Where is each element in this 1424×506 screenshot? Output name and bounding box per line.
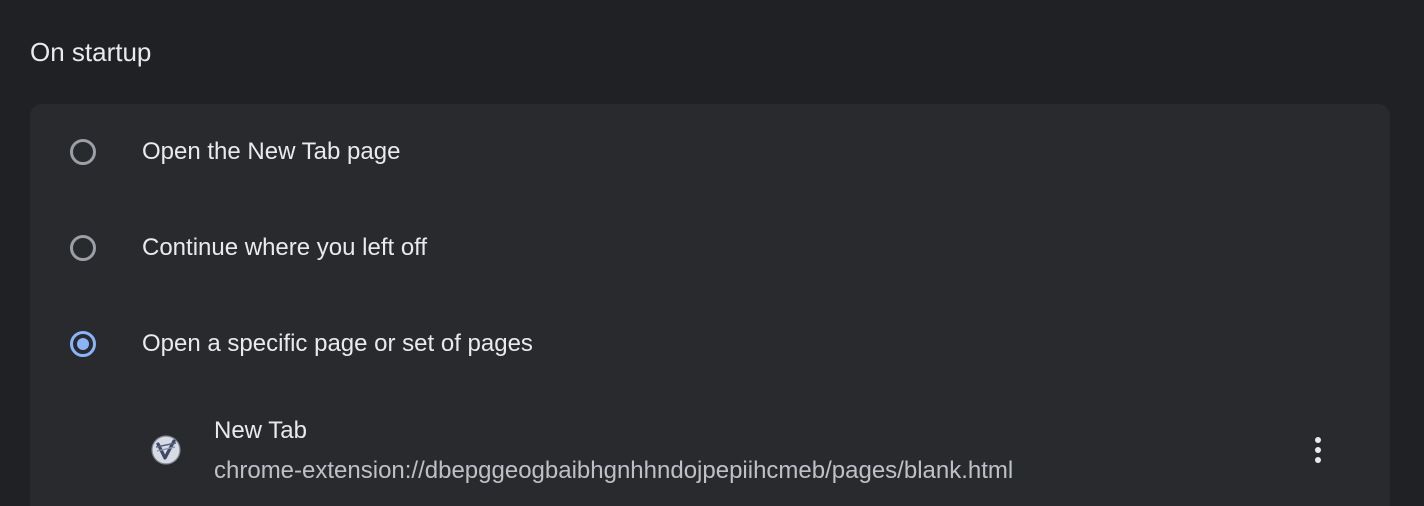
startup-options-card: Open the New Tab page Continue where you… (30, 104, 1390, 506)
radio-option-continue[interactable]: Continue where you left off (30, 200, 1390, 296)
section-title: On startup (30, 37, 152, 67)
more-vert-icon (1315, 437, 1321, 443)
radio-button-specific-pages[interactable] (70, 331, 96, 357)
radio-button-new-tab[interactable] (70, 139, 96, 165)
radio-label-continue: Continue where you left off (142, 234, 428, 261)
page-entry-url: chrome-extension://dbepggeogbaibhgnhhndo… (214, 457, 1014, 484)
radio-label-specific-pages: Open a specific page or set of pages (142, 330, 533, 357)
startup-page-entry: New Tab chrome-extension://dbepggeogbaib… (30, 404, 1390, 504)
radio-button-continue[interactable] (70, 235, 96, 261)
page-entry-title: New Tab (214, 417, 307, 444)
more-actions-button[interactable] (1298, 430, 1338, 470)
settings-page: On startup Open the New Tab page Continu… (0, 0, 1424, 506)
radio-option-specific-pages[interactable]: Open a specific page or set of pages (30, 296, 1390, 392)
vimium-extension-icon (150, 434, 182, 466)
radio-option-new-tab[interactable]: Open the New Tab page (30, 104, 1390, 200)
radio-label-new-tab: Open the New Tab page (142, 138, 401, 165)
